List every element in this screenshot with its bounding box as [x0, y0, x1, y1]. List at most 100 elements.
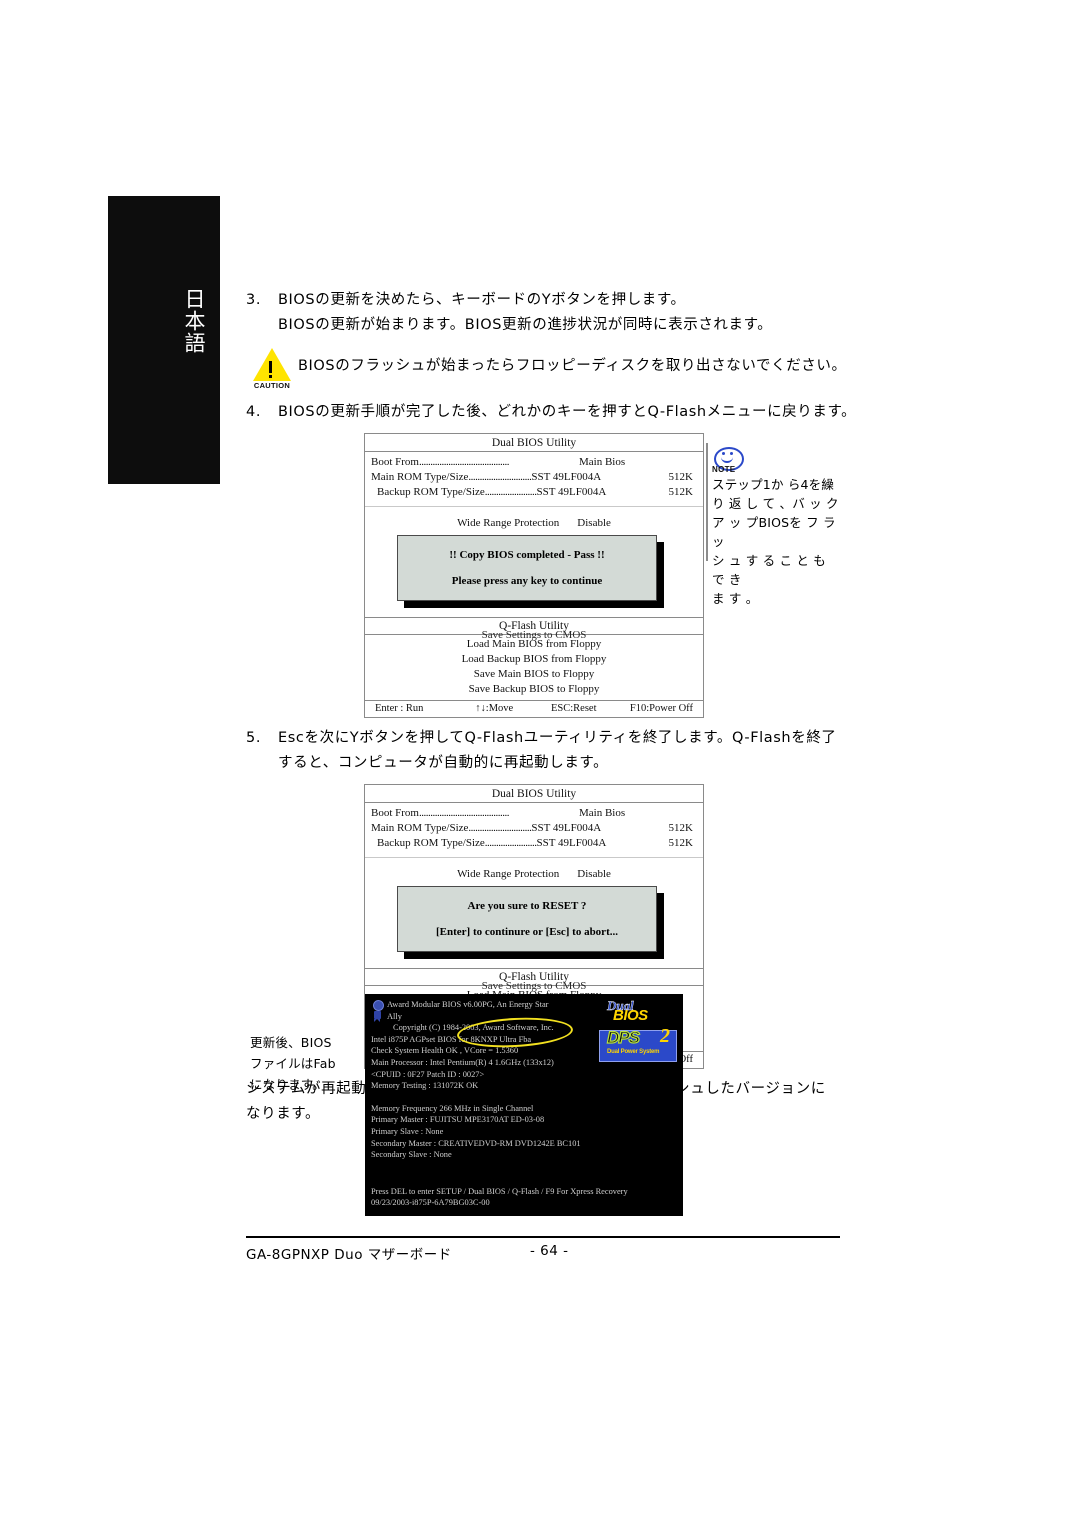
bios-main-rom-value-1: SST 49LF004A: [531, 471, 602, 483]
bios-main-rom-value-2: SST 49LF004A: [531, 822, 602, 834]
post-line-primary-master: Primary Master : FUJITSU MPE3170AT ED-03…: [371, 1115, 545, 1125]
bios-main-rom-size-2: 512K: [668, 822, 693, 834]
caution-icon: CAUTION: [250, 348, 298, 392]
bios-middle-section-2: Wide Range Protection Disable Save Settin…: [365, 858, 703, 992]
step-5-line-1: Escを次にYボタンを押してQ-Flashユーティリティを終了します。Q-Fla…: [278, 730, 837, 746]
post-line-secondary-slave: Secondary Slave : None: [371, 1150, 452, 1160]
note-divider-rule: [706, 443, 708, 561]
qflash-item-save-main[interactable]: Save Main BIOS to Floppy: [365, 667, 703, 682]
post-line-primary-slave: Primary Slave : None: [371, 1126, 444, 1136]
copy-bios-dialog-line-1: !! Copy BIOS completed - Pass !!: [449, 548, 605, 561]
post-footer-lines: Press DEL to enter SETUP / Dual BIOS / Q…: [371, 1186, 628, 1209]
caution-block: CAUTION BIOSのフラッシュが始まったらフロッピーディスクを取り出さない…: [246, 348, 866, 392]
bios-backup-rom-value-2: SST 49LF004A: [536, 837, 607, 849]
bios-boot-from-value-1: Main Bios: [578, 456, 626, 468]
note-smiley-icon: NOTE: [712, 443, 752, 474]
qflash-item-save-backup[interactable]: Save Backup BIOS to Floppy: [365, 682, 703, 697]
bios-main-rom-dots-1: ............................: [468, 471, 532, 483]
bios-hint-move-1: ↑↓:Move: [475, 703, 514, 714]
dual-bios-logo-bottom: BIOS: [613, 1007, 648, 1024]
bios-info-section-1: Boot From ..............................…: [365, 452, 703, 507]
caution-icon-label: CAUTION: [253, 381, 291, 390]
bios-backup-rom-label-2: Backup ROM Type/Size: [377, 837, 485, 849]
post-line-award: Award Modular BIOS v6.00PG, An Energy St…: [387, 1000, 549, 1009]
caution-exclamation-bar: [269, 361, 272, 373]
bios-info-section-2: Boot From ..............................…: [365, 803, 703, 858]
bios-wide-range-label-1: Wide Range Protection: [457, 517, 560, 529]
post-note-line-1: 更新後、BIOS: [250, 1035, 332, 1050]
bios-backup-rom-size-1: 512K: [668, 486, 693, 498]
bios-backup-rom-row-2: Backup ROM Type/Size ...................…: [365, 836, 703, 851]
post-line-cpuid: <CPUID : 0F27 Patch ID : 0027>: [371, 1069, 485, 1079]
footer-model-name: GA-8GPNXP Duo マザーボード: [246, 1247, 452, 1263]
copy-bios-completed-dialog: !! Copy BIOS completed - Pass !! Please …: [397, 535, 657, 601]
qflash-item-load-backup[interactable]: Load Backup BIOS from Floppy: [365, 652, 703, 667]
bios-backup-rom-dots-1: .......................: [484, 486, 537, 498]
bios-boot-from-label-2: Boot From: [371, 807, 419, 819]
bios-main-rom-row-2: Main ROM Type/Size .....................…: [365, 821, 703, 836]
bios-main-rom-dots-2: ............................: [468, 822, 532, 834]
bios-window-title-1: Dual BIOS Utility: [365, 434, 703, 452]
bios-boot-from-label-1: Boot From: [371, 456, 419, 468]
post-line-memfreq: Memory Frequency 266 MHz in Single Chann…: [371, 1103, 534, 1113]
dps2-logo: DPS 2 Dual Power System: [599, 1026, 677, 1062]
bios-backup-rom-dots-2: .......................: [484, 837, 537, 849]
bios-backup-rom-size-2: 512K: [668, 837, 693, 849]
post-note-line-3: になります。: [250, 1077, 325, 1092]
step-4-line-1: BIOSの更新手順が完了した後、どれかのキーを押すとQ-Flashメニューに戻り…: [278, 404, 857, 420]
caution-exclamation-dot: [269, 375, 272, 378]
reset-confirm-dialog: Are you sure to RESET ? [Enter] to conti…: [397, 886, 657, 952]
bios-wide-range-row-2: Wide Range Protection Disable: [365, 858, 703, 882]
bios-hint-f10-1: F10:Power Off: [629, 703, 693, 714]
step-4: 4. BIOSの更新手順が完了した後、どれかのキーを押すとQ-Flashメニュー…: [246, 400, 866, 425]
note-line-3: ア ッ プBIOSを フ ラッ: [712, 515, 836, 549]
bios-key-hints-1: Enter : Run ↑↓:Move ESC:Reset F10:Power …: [365, 701, 703, 717]
reset-dialog-line-1: Are you sure to RESET ?: [467, 899, 587, 912]
note-line-5: ま す 。: [712, 591, 759, 606]
step-5-number: 5.: [246, 730, 262, 746]
caution-triangle-shape: [253, 348, 291, 381]
bios-main-rom-label-2: Main ROM Type/Size: [371, 822, 469, 834]
post-line-secondary-master: Secondary Master : CREATIVEDVD-RM DVD124…: [371, 1138, 581, 1148]
bios-wide-range-row-1: Wide Range Protection Disable: [365, 507, 703, 531]
bios-main-rom-row-1: Main ROM Type/Size .....................…: [365, 470, 703, 485]
bios-wide-range-value-2: Disable: [577, 868, 611, 880]
award-globe-icon: [371, 999, 387, 1011]
bios-hint-enter-1: Enter : Run: [375, 703, 424, 714]
bios-backup-rom-row-1: Backup ROM Type/Size ...................…: [365, 485, 703, 500]
bios-main-rom-label-1: Main ROM Type/Size: [371, 471, 469, 483]
dual-bios-logo: Dual BIOS: [599, 999, 675, 1026]
bios-hint-esc-1: ESC:Reset: [550, 703, 597, 714]
bios-save-settings-row-2[interactable]: Save Settings to CMOS: [365, 979, 703, 994]
bios-boot-from-dots-2: ........................................: [418, 807, 510, 819]
bios-wide-range-value-1: Disable: [577, 517, 611, 529]
energy-star-ribbon-icon: [371, 1010, 387, 1022]
dps2-logo-subtitle: Dual Power System: [607, 1049, 660, 1056]
bios-boot-from-row-2: Boot From ..............................…: [365, 806, 703, 821]
post-line-build-id: 09/23/2003-i875P-6A79BG03C-00: [371, 1198, 490, 1208]
bios-backup-rom-value-1: SST 49LF004A: [536, 486, 607, 498]
language-sidebar-label: 日本語: [182, 288, 206, 354]
bios-boot-from-value-2: Main Bios: [578, 807, 626, 819]
caution-text: BIOSのフラッシュが始まったらフロッピーディスクを取り出さないでください。: [298, 358, 847, 374]
footer-page-number: - 64 -: [530, 1243, 569, 1259]
bios-save-settings-row-1[interactable]: Save Settings to CMOS: [365, 628, 703, 643]
bios-backup-rom-label-1: Backup ROM Type/Size: [377, 486, 485, 498]
note-text: ステップ1か ら4を繰 り 返 し て 、バ ッ ク ア ッ プBIOSを フ …: [712, 475, 840, 608]
step-5: 5. Escを次にYボタンを押してQ-Flashユーティリティを終了します。Q-…: [246, 726, 866, 776]
note-icon-label: NOTE: [712, 465, 736, 474]
post-logo-group: Dual BIOS DPS 2 Dual Power System: [599, 999, 677, 1062]
bios-middle-section-1: Wide Range Protection Disable Save Settin…: [365, 507, 703, 641]
bios-boot-from-row-1: Boot From ..............................…: [365, 455, 703, 470]
step-3-number: 3.: [246, 292, 262, 308]
bios-main-rom-size-1: 512K: [668, 471, 693, 483]
step-5-line-2: すると、コンピュータが自動的に再起動します。: [278, 755, 609, 771]
step-3-line-2: BIOSの更新が始まります。BIOS更新の進捗状況が同時に表示されます。: [278, 317, 773, 333]
footer-rule: [246, 1236, 840, 1238]
note-callout: NOTE ステップ1か ら4を繰 り 返 し て 、バ ッ ク ア ッ プBIO…: [706, 443, 840, 608]
reset-dialog-line-2: [Enter] to continure or [Esc] to abort..…: [436, 925, 618, 938]
bios-wide-range-label-2: Wide Range Protection: [457, 868, 560, 880]
bios-post-screen: Award Modular BIOS v6.00PG, An Energy St…: [365, 994, 683, 1216]
qflash-menu-1: Load Main BIOS from Floppy Load Backup B…: [365, 635, 703, 701]
dual-bios-utility-window-1: Dual BIOS Utility Boot From ............…: [364, 433, 704, 718]
